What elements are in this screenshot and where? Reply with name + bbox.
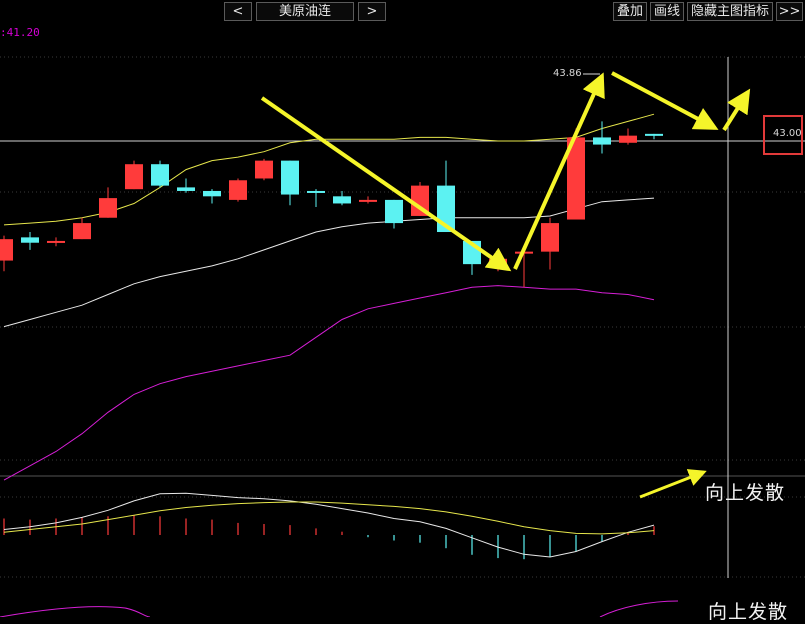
lower-panel-line-left bbox=[0, 606, 151, 617]
candle-body bbox=[307, 190, 325, 193]
candle-body bbox=[593, 137, 611, 145]
candle-body bbox=[619, 135, 637, 143]
lower-annotation-text: 向上发散 bbox=[708, 601, 789, 623]
candle-body bbox=[385, 199, 403, 224]
candle-body bbox=[177, 187, 195, 191]
macd-panel bbox=[0, 492, 679, 617]
candle-body bbox=[541, 223, 559, 252]
candle-body bbox=[73, 223, 91, 240]
price-chart[interactable] bbox=[0, 0, 805, 617]
candle-body bbox=[255, 160, 273, 179]
chart-grid bbox=[0, 56, 805, 578]
lower-band-line bbox=[3, 285, 655, 481]
candle-body bbox=[281, 160, 299, 195]
candle-body bbox=[21, 237, 39, 243]
candle-body bbox=[99, 198, 117, 218]
candle-body bbox=[125, 164, 143, 190]
candle-body bbox=[229, 180, 247, 200]
trend-arrow bbox=[611, 71, 719, 130]
candle-body bbox=[333, 196, 351, 204]
upper-annotation-text: 向上发散 bbox=[705, 482, 786, 504]
bollinger-bands bbox=[3, 113, 655, 481]
candle-body bbox=[47, 240, 65, 243]
candle-body bbox=[645, 133, 663, 136]
candle-body bbox=[151, 164, 169, 186]
candle-body bbox=[0, 239, 13, 261]
drawn-annotations bbox=[260, 71, 751, 499]
high-price-label: 43.86 bbox=[553, 68, 582, 79]
lower-panel-line-right bbox=[599, 600, 679, 617]
candle-body bbox=[203, 190, 221, 197]
candle-body bbox=[359, 199, 377, 202]
crosshair-price-label: 43.00 bbox=[773, 128, 802, 139]
